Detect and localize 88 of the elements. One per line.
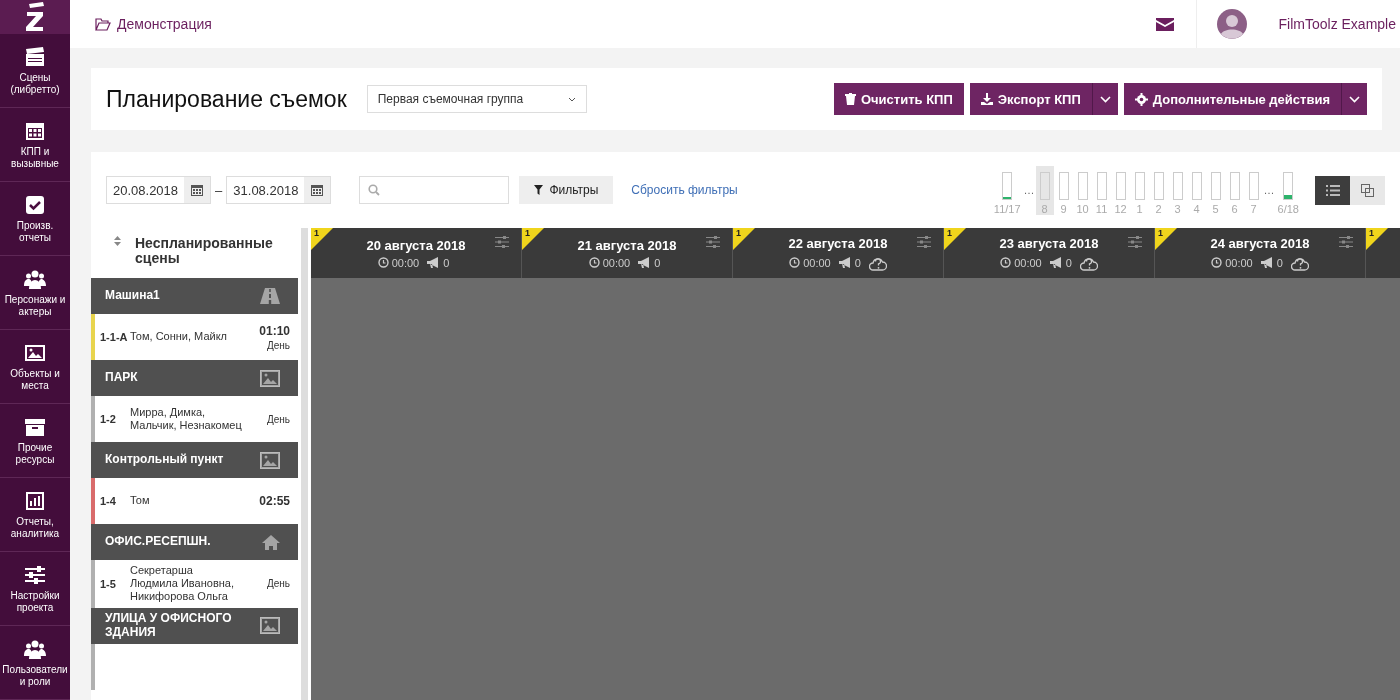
filter-icon: [534, 185, 544, 195]
action-button[interactable]: Дополнительные действия: [1123, 83, 1341, 115]
sliders-icon[interactable]: [1128, 236, 1142, 248]
clock-icon: [377, 257, 389, 268]
day-badge: 1: [1366, 228, 1388, 250]
dropdown-button[interactable]: [1341, 83, 1367, 115]
ellipsis: …: [1263, 184, 1275, 196]
sidebar-item[interactable]: Произв. отчеты: [0, 182, 70, 256]
list-view-button[interactable]: [1315, 175, 1350, 205]
sidebar-item[interactable]: Персонажи и актеры: [0, 256, 70, 330]
copy-view-button[interactable]: [1350, 175, 1385, 205]
date-separator: –: [215, 182, 223, 198]
chart-icon: [24, 489, 46, 512]
action-button[interactable]: Очистить КПП: [833, 83, 964, 115]
image-icon: [260, 451, 280, 469]
megaphone-icon: [427, 257, 441, 268]
date-field[interactable]: 20.08.2018: [106, 176, 212, 204]
clock-icon: [1000, 257, 1012, 268]
day-header[interactable]: 1 21 августа 2018 00:00 0: [522, 228, 733, 278]
clock-icon: [588, 257, 600, 268]
sidebar-item[interactable]: Пользователи и роли: [0, 626, 70, 700]
day-badge: 1: [311, 228, 333, 250]
sliders-icon[interactable]: [917, 236, 931, 248]
copy-icon: [1361, 183, 1374, 197]
user-name[interactable]: FilmToolz Example: [1278, 16, 1396, 32]
filters-button[interactable]: Фильтры: [519, 176, 614, 204]
sliders-icon[interactable]: [495, 236, 509, 248]
location-header[interactable]: УЛИЦА У ОФИСНОГО ЗДАНИЯ: [91, 607, 298, 644]
settings-icon: [1134, 92, 1148, 106]
location-header[interactable]: Контрольный пункт: [91, 442, 298, 478]
day-badge: 1: [522, 228, 544, 250]
search-field[interactable]: [359, 176, 510, 204]
ellipsis: …: [1023, 184, 1035, 196]
sidebar-item[interactable]: Настройки проекта: [0, 552, 70, 626]
road-icon: [260, 288, 280, 304]
day-header[interactable]: 1 24 августа 2018 00:00 0: [1155, 228, 1366, 278]
sidebar-item[interactable]: Отчеты, аналитика: [0, 478, 70, 552]
scrollbar[interactable]: [301, 228, 308, 700]
sort-icon[interactable]: [114, 236, 121, 246]
page-title: Планирование съемок: [106, 85, 347, 113]
location-header[interactable]: ОФИС.РЕСЕПШН.: [91, 524, 298, 560]
avatar[interactable]: [1216, 9, 1247, 39]
calendar-icon[interactable]: [304, 177, 331, 203]
megaphone-icon: [1049, 257, 1063, 268]
chevron-icon: [567, 96, 576, 102]
day-header[interactable]: 1 22 августа 2018 00:00 0: [733, 228, 944, 278]
day-badge: 1: [1155, 228, 1177, 250]
clock-icon: [789, 257, 801, 268]
caret-icon: [1349, 95, 1360, 103]
calendar-icon[interactable]: [184, 177, 211, 203]
image-icon: [260, 617, 280, 635]
list-icon: [1325, 184, 1340, 196]
group-select[interactable]: Первая съемочная группа: [366, 85, 587, 113]
image-icon: [260, 369, 280, 387]
day-badge: 1: [733, 228, 755, 250]
search-icon: [368, 184, 381, 196]
caret-icon: [1099, 95, 1111, 103]
mail-icon[interactable]: [1155, 17, 1174, 31]
clapper-icon: [24, 45, 46, 68]
clock-icon: [1211, 257, 1223, 268]
location-header[interactable]: Машина1: [91, 278, 298, 314]
day-badge: 1: [944, 228, 966, 250]
check-icon: [24, 193, 46, 216]
sidebar-item[interactable]: КПП и вызывные: [0, 108, 70, 182]
trash-icon: [844, 93, 856, 105]
day-header[interactable]: 1 20 августа 2018 00:00 0: [311, 228, 522, 278]
location-header[interactable]: ПАРК: [91, 360, 298, 396]
megaphone-icon: [638, 257, 652, 268]
sidebar-item[interactable]: Прочие ресурсы: [0, 404, 70, 478]
action-button[interactable]: Экспорт КПП: [969, 83, 1092, 115]
download-icon: [980, 93, 993, 105]
breadcrumb[interactable]: Демонстрация: [117, 16, 212, 32]
sliders-icon: [24, 563, 46, 586]
dropdown-button[interactable]: [1091, 83, 1118, 115]
sidebar-item[interactable]: Сцены (либретто): [0, 34, 70, 108]
home-icon: [262, 534, 280, 550]
megaphone-icon: [838, 257, 852, 268]
reset-filters-link[interactable]: Сбросить фильтры: [631, 183, 738, 197]
logo-icon[interactable]: [0, 0, 70, 34]
sliders-icon[interactable]: [706, 236, 720, 248]
date-field[interactable]: 31.08.2018: [226, 176, 332, 204]
sidebar-item[interactable]: Объекты и места: [0, 330, 70, 404]
day-header[interactable]: 1: [1366, 228, 1400, 278]
sliders-icon[interactable]: [1339, 236, 1353, 248]
megaphone-icon: [1260, 257, 1274, 268]
folder-icon: [95, 17, 111, 31]
day-header[interactable]: 1 23 августа 2018 00:00 0: [944, 228, 1155, 278]
panel-title: Неспланированные сцены: [135, 236, 274, 267]
